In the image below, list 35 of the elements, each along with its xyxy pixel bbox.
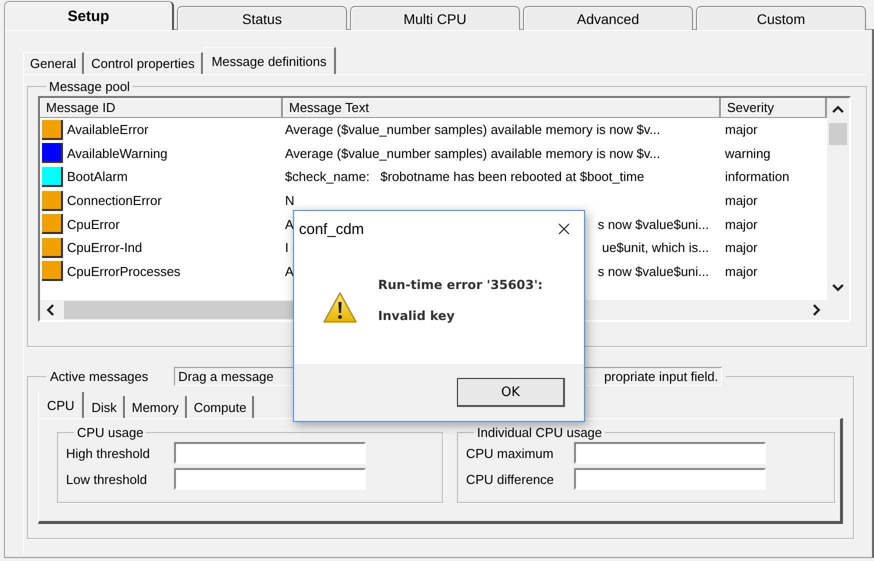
error-heading: Run-time error '35603': [378,277,543,292]
table-cell: s now $value$uni... [598,264,709,279]
group-title: Individual CPU usage [476,425,604,440]
table-cell: A [285,264,294,279]
table-cell: major [725,193,758,208]
table-cell: major [725,264,758,279]
group-title: Message pool [48,79,131,94]
dialog-title: conf_cdm [299,220,364,238]
table-cell: ConnectionError [67,193,162,208]
table-cell: major [725,240,758,256]
field-label: CPU difference [466,472,555,486]
table-cell: I [285,240,289,256]
table-cell: BootAlarm [67,169,128,184]
table-cell: Average ($value_number samples) available memory is now $v... [285,122,660,138]
table-cell: AvailableError [67,122,148,138]
table-cell: major [725,216,758,232]
table-cell: warning [725,146,771,161]
field-label: CPU maximum [466,446,554,460]
field-label: Low threshold [66,472,148,486]
group-title: Active messages [50,369,148,384]
group-title: CPU usage [76,425,144,440]
table-cell: ue$unit, which is... [602,240,709,256]
table-cell: CpuError [67,216,120,232]
table-cell: CpuError-Ind [67,240,142,256]
table-cell: $check_name: $robotname has been rebooted at $boot_time [285,169,644,184]
table-cell: Average ($value_number samples) available memory is now $v... [285,146,660,161]
field-label: High threshold [66,446,151,460]
error-message: Invalid key [378,308,456,323]
table-cell: major [725,122,758,138]
table-cell: information [725,169,790,184]
table-cell: AvailableWarning [67,146,168,161]
table-cell: s now $value$uni... [598,216,709,232]
table-cell: N [285,193,294,208]
table-cell: CpuErrorProcesses [67,264,180,279]
table-cell: A [285,216,294,232]
